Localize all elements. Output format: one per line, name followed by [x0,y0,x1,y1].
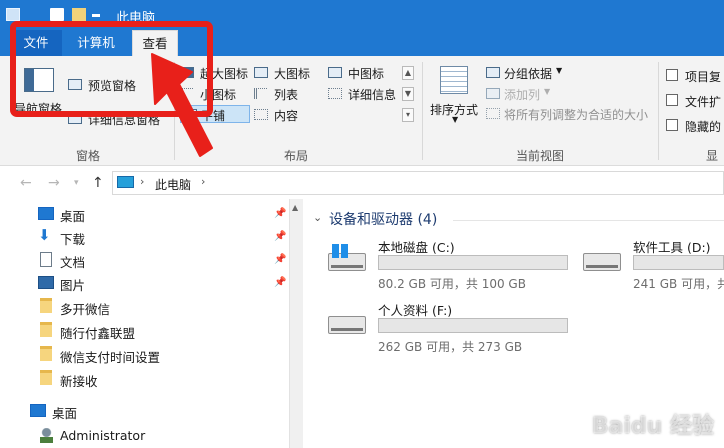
new-folder-icon[interactable] [72,8,86,21]
folder-icon [40,346,52,361]
breadcrumb-separator-icon: › [140,175,145,188]
file-extensions-checkbox[interactable] [666,94,678,106]
pin-icon[interactable]: 📌 [274,277,286,288]
annotation-arrow-icon [151,53,213,157]
view-large-icons[interactable]: 大图标 [254,64,318,82]
computer-icon [117,176,134,188]
group-by-button[interactable]: 分组依据 ▼ [486,64,576,82]
content-pane: ⌄ 设备和驱动器 (4) 本地磁盘 (C:) 80.2 GB 可用，共 100 … [303,199,724,448]
group-label-current-view: 当前视图 [516,149,565,163]
view-medium-icons[interactable]: 中图标 [328,64,398,82]
add-columns-icon [486,88,500,99]
add-columns-dropdown-icon: ▼ [544,87,551,96]
large-icons-icon [254,67,268,78]
address-row: ← → ▾ ↑ › 此电脑 › [0,167,724,199]
recent-locations-icon[interactable]: ▾ [74,178,79,188]
pin-icon[interactable]: 📌 [274,231,286,242]
drive-item[interactable]: 个人资料 (F:) 262 GB 可用，共 273 GB [328,300,568,354]
document-icon [40,252,52,267]
group-label-layout: 布局 [284,149,309,163]
file-extensions-toggle[interactable]: 文件扩 [666,92,724,110]
layout-scroll-down[interactable]: ▼ [402,87,414,101]
item-checkboxes-toggle[interactable]: 项目复 [666,67,724,85]
scroll-up-icon[interactable]: ▲ [292,203,298,212]
hidden-items-toggle[interactable]: 隐藏的 [666,117,724,135]
group-label-panes: 窗格 [76,149,101,163]
layout-scroll-up[interactable]: ▲ [402,66,414,80]
download-arrow-icon: ⬇ [38,226,51,244]
layout-expand[interactable]: ▾ [402,108,414,122]
group-header[interactable]: 设备和驱动器 (4) [329,209,437,229]
nav-pane-scrollbar[interactable]: ▲ [289,199,303,448]
item-checkboxes-checkbox[interactable] [666,69,678,81]
user-icon [40,428,53,443]
group-by-icon [486,67,500,78]
medium-icons-icon [328,67,342,78]
pictures-icon [38,276,54,289]
breadcrumb-separator-icon: › [201,175,206,188]
nav-item-user[interactable]: Administrator [38,425,288,447]
drive-item[interactable]: 软件工具 (D:) 241 GB 可用，共 [583,237,724,291]
nav-item-downloads[interactable]: ⬇ 下载 [38,226,288,248]
drive-usage-bar [378,318,568,333]
content-icon [254,109,268,120]
nav-item-documents[interactable]: 文档 [38,249,288,271]
hidden-items-checkbox[interactable] [666,119,678,131]
size-all-columns-button[interactable]: 将所有列调整为合适的大小 [486,105,654,123]
drive-item[interactable]: 本地磁盘 (C:) 80.2 GB 可用，共 100 GB [328,237,568,291]
nav-item-folder[interactable]: 微信支付时间设置 [38,344,288,366]
windows-logo-icon [332,244,348,258]
explorer-icon[interactable] [6,8,20,21]
folder-icon [40,298,52,313]
pin-icon[interactable]: 📌 [274,254,286,265]
group-collapse-icon[interactable]: ⌄ [313,211,322,224]
sort-by-icon [440,66,468,94]
view-details[interactable]: 详细信息 [328,85,400,103]
navigation-pane: 桌面 📌 ⬇ 下载 📌 文档 📌 图片 📌 多开微信 随行付鑫联盟 微信支付时间… [0,199,289,448]
desktop-icon [30,404,46,417]
watermark: Baidu 经验 [591,414,714,439]
view-list[interactable]: 列表 [254,85,318,103]
view-content[interactable]: 内容 [254,106,318,124]
hard-drive-icon [328,316,366,334]
drive-usage-bar [378,255,568,270]
properties-icon[interactable] [50,8,64,21]
nav-item-desktop-root[interactable]: 桌面 [30,400,280,422]
forward-arrow-icon[interactable]: → [48,175,60,191]
add-columns-button[interactable]: 添加列 ▼ [486,85,576,103]
nav-item-desktop[interactable]: 桌面 [38,203,288,225]
sort-by-dropdown-icon: ▼ [452,115,459,124]
group-by-dropdown-icon: ▼ [556,66,563,75]
sort-by-button[interactable]: 排序方式 ▼ [428,64,484,128]
details-icon [328,88,342,99]
nav-item-folder[interactable]: 多开微信 [38,296,288,318]
desktop-icon [38,207,54,220]
pin-icon[interactable]: 📌 [274,208,286,219]
nav-item-folder[interactable]: 新接收 [38,368,288,390]
drive-usage-bar [633,255,724,270]
breadcrumb-this-pc[interactable]: 此电脑 [155,176,191,193]
customize-quick-access-icon[interactable] [92,14,100,17]
address-bar[interactable]: › 此电脑 › [112,171,724,195]
folder-icon [40,370,52,385]
back-arrow-icon[interactable]: ← [20,175,32,191]
up-arrow-icon[interactable]: ↑ [92,175,104,191]
hard-drive-icon [583,253,621,271]
nav-item-folder[interactable]: 随行付鑫联盟 [38,320,288,342]
size-columns-icon [486,108,500,119]
nav-item-pictures[interactable]: 图片 [38,272,288,294]
list-icon [254,88,267,99]
folder-icon [40,322,52,337]
